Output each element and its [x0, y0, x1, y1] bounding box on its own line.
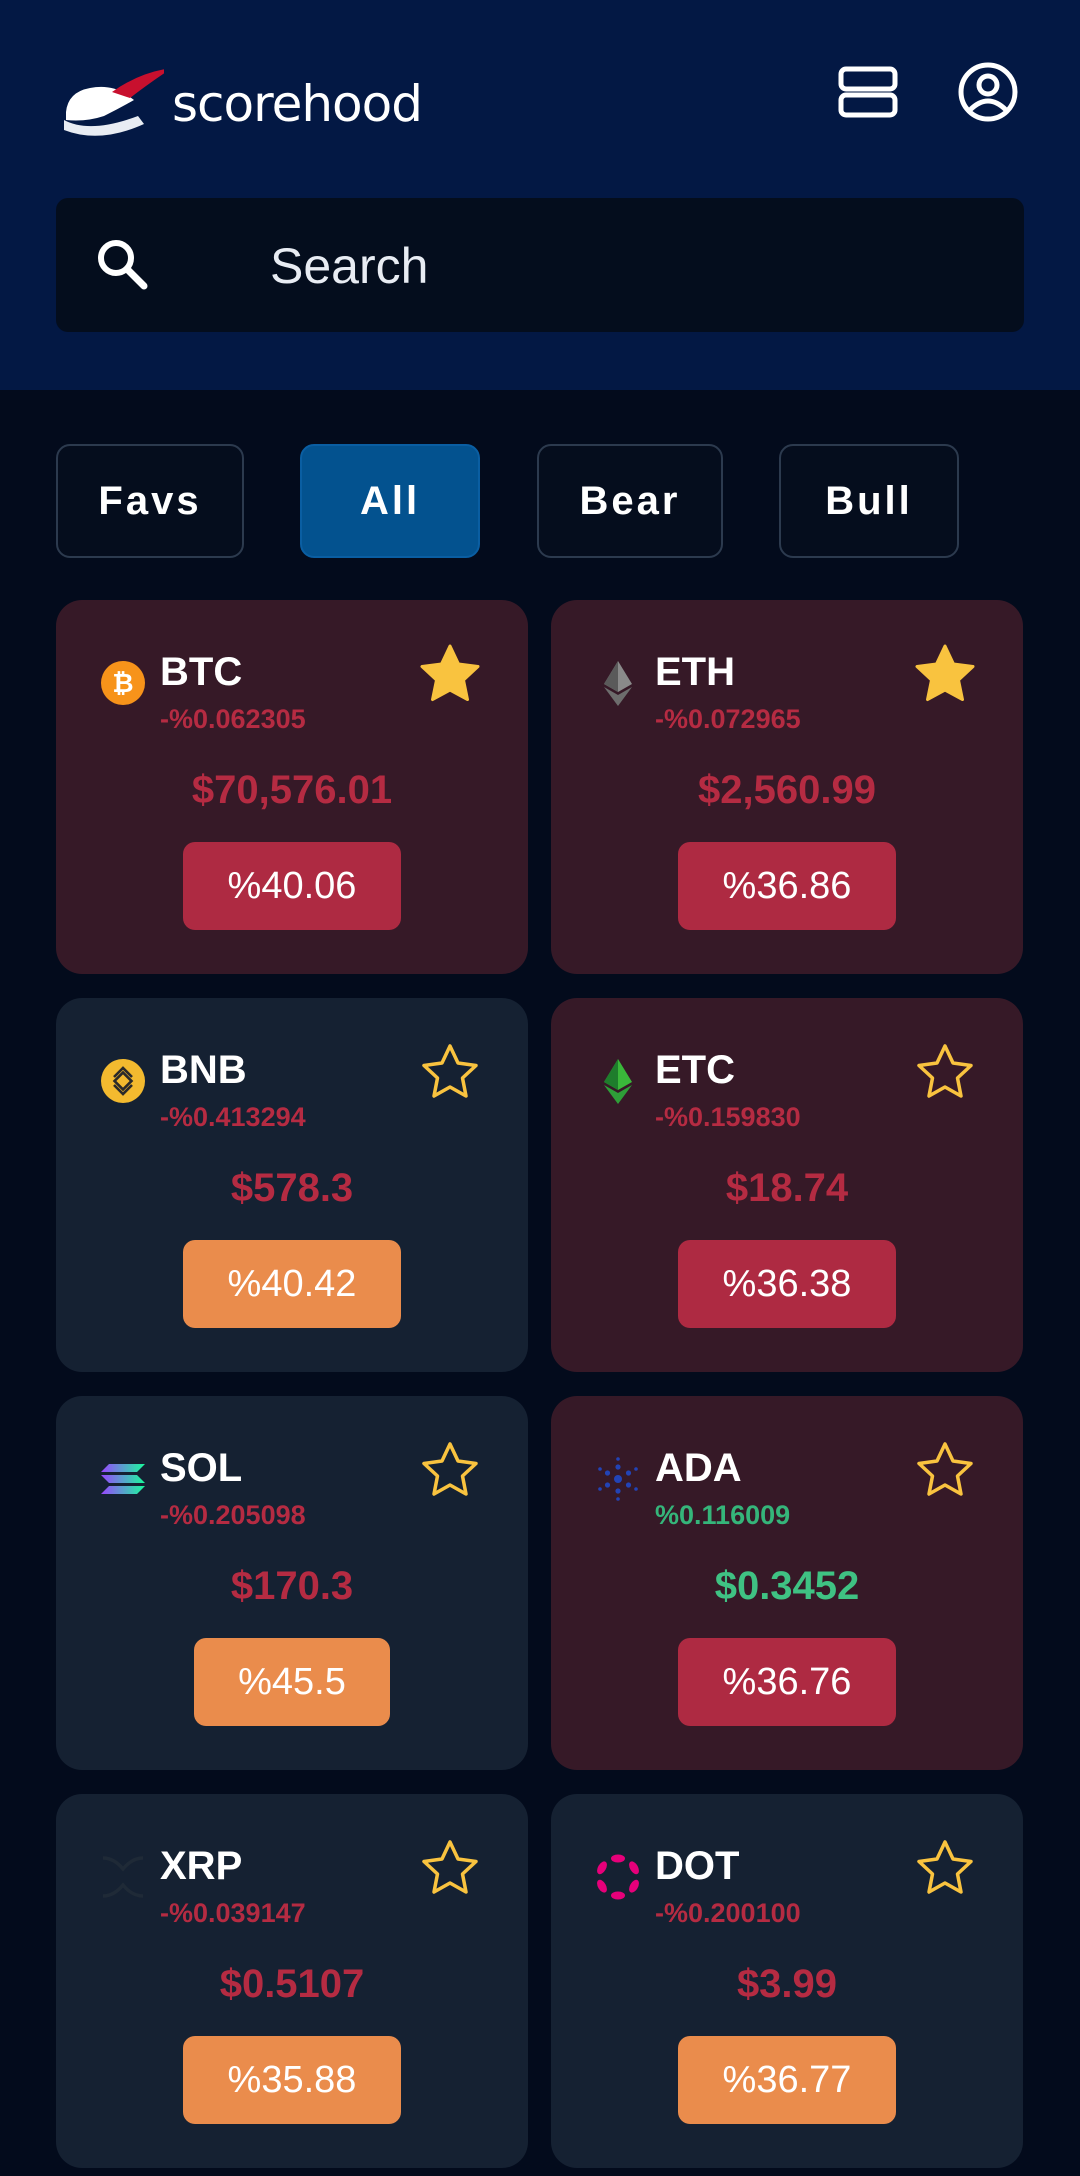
coin-score-badge: %36.76	[678, 1638, 896, 1726]
coin-card-etc[interactable]: ETC -%0.159830 $18.74 %36.38	[551, 998, 1023, 1372]
coin-price: $0.3452	[714, 1564, 860, 1608]
coin-price: $0.5107	[219, 1962, 365, 2006]
coin-price: $170.3	[230, 1564, 354, 1608]
coin-symbol: BTC	[160, 650, 243, 694]
coin-change: -%0.200100	[655, 1898, 801, 1928]
star-outline-icon[interactable]	[913, 1438, 977, 1502]
robin-hat-logo-icon	[64, 69, 164, 136]
star-outline-icon[interactable]	[418, 1040, 482, 1104]
user-icon	[958, 62, 1018, 122]
app-name: scorehood	[172, 75, 423, 133]
coin-symbol: XRP	[160, 1844, 243, 1888]
coin-card-xrp[interactable]: XRP -%0.039147 $0.5107 %35.88	[56, 1794, 528, 2168]
coin-score-badge: %40.06	[183, 842, 401, 930]
coin-price: $70,576.01	[191, 768, 393, 812]
coin-price: $3.99	[736, 1962, 838, 2006]
coin-card-dot[interactable]: DOT -%0.200100 $3.99 %36.77	[551, 1794, 1023, 2168]
coin-card-sol[interactable]: SOL -%0.205098 $170.3 %45.5	[56, 1396, 528, 1770]
profile-button[interactable]	[956, 60, 1020, 124]
star-filled-icon[interactable]	[418, 642, 482, 706]
coin-price: $18.74	[725, 1166, 849, 1210]
coin-change: -%0.413294	[160, 1102, 306, 1132]
polkadot-icon	[597, 1854, 639, 1900]
list-view-icon	[838, 66, 898, 118]
star-outline-icon[interactable]	[418, 1438, 482, 1502]
coin-score-badge: %40.42	[183, 1240, 401, 1328]
tab-favs[interactable]: Favs	[56, 444, 244, 558]
coin-change: -%0.072965	[655, 704, 801, 734]
star-outline-icon[interactable]	[913, 1040, 977, 1104]
star-filled-icon[interactable]	[913, 642, 977, 706]
tab-all[interactable]: All	[300, 444, 480, 558]
coin-card-ada[interactable]: ADA %0.116009 $0.3452 %36.76	[551, 1396, 1023, 1770]
coin-price: $578.3	[230, 1166, 354, 1210]
tab-bull[interactable]: Bull	[779, 444, 959, 558]
bitcoin-icon: ₿	[101, 661, 145, 705]
xrp-icon	[102, 1856, 144, 1898]
layout-toggle-button[interactable]	[836, 60, 900, 124]
star-outline-icon[interactable]	[418, 1836, 482, 1900]
coin-symbol: ETC	[655, 1048, 735, 1092]
coin-score-badge: %36.38	[678, 1240, 896, 1328]
search-input[interactable]	[268, 228, 992, 304]
coin-change: -%0.062305	[160, 704, 306, 734]
coin-change: %0.116009	[655, 1500, 791, 1530]
cardano-icon	[598, 1457, 638, 1501]
app-logo[interactable]: scorehood	[60, 62, 423, 142]
coin-symbol: DOT	[655, 1844, 740, 1888]
coin-change: -%0.039147	[160, 1898, 306, 1928]
bnb-icon	[101, 1059, 145, 1103]
star-outline-icon[interactable]	[913, 1836, 977, 1900]
ethereum-classic-icon	[604, 1059, 632, 1104]
search-icon	[98, 240, 148, 290]
coin-symbol: SOL	[160, 1446, 243, 1490]
coin-symbol: ADA	[655, 1446, 742, 1490]
solana-icon	[101, 1464, 145, 1494]
coin-change: -%0.205098	[160, 1500, 306, 1530]
svg-text:₿: ₿	[112, 669, 133, 699]
coin-score-badge: %45.5	[194, 1638, 390, 1726]
tab-bear[interactable]: Bear	[537, 444, 723, 558]
coin-price: $2,560.99	[698, 768, 876, 812]
coin-card-eth[interactable]: ETH -%0.072965 $2,560.99 %36.86	[551, 600, 1023, 974]
coin-score-badge: %36.77	[678, 2036, 896, 2124]
coin-card-btc[interactable]: ₿ BTC -%0.062305 $70,576.01 %40.06	[56, 600, 528, 974]
coin-change: -%0.159830	[655, 1102, 801, 1132]
coin-symbol: BNB	[160, 1048, 247, 1092]
coin-symbol: ETH	[655, 650, 735, 694]
coin-score-badge: %35.88	[183, 2036, 401, 2124]
coin-score-badge: %36.86	[678, 842, 896, 930]
ethereum-icon	[604, 661, 632, 706]
app-header: scorehood	[0, 0, 1080, 390]
search-bar[interactable]	[56, 198, 1024, 332]
coin-card-bnb[interactable]: BNB -%0.413294 $578.3 %40.42	[56, 998, 528, 1372]
